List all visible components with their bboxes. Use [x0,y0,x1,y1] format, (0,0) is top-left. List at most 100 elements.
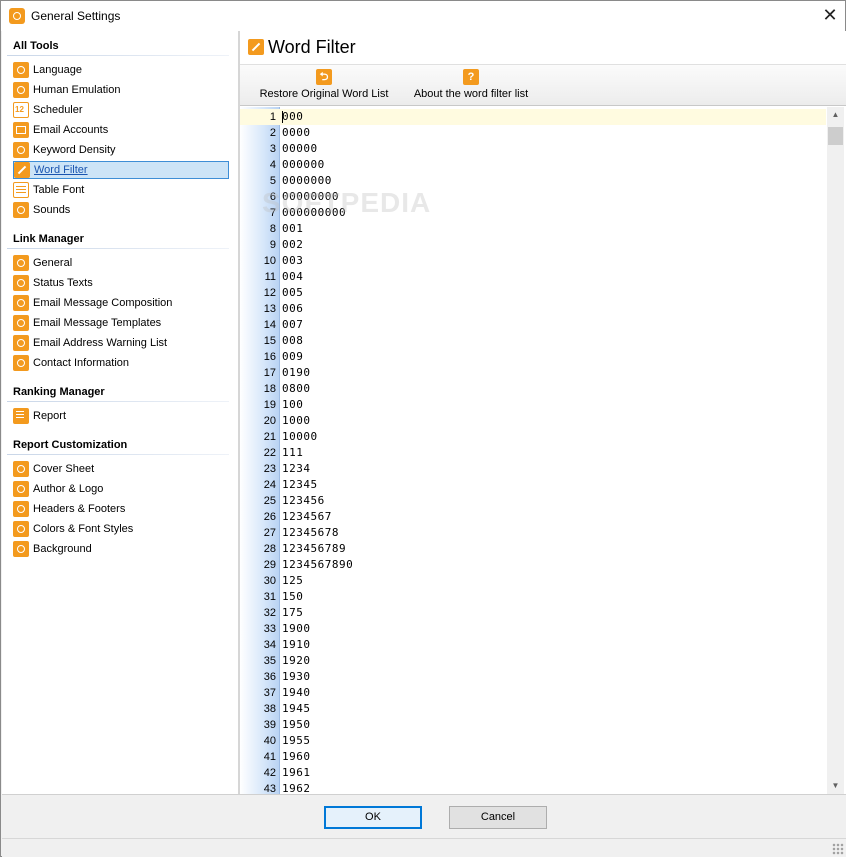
sidebar-item-label: Status Texts [33,277,93,289]
editor-line[interactable]: 23 1234 [240,461,826,477]
editor-line[interactable]: 24 12345 [240,477,826,493]
editor-line[interactable]: 34 1910 [240,637,826,653]
editor-line[interactable]: 6 00000000 [240,189,826,205]
editor-line[interactable]: 16 009 [240,349,826,365]
scroll-down-arrow-icon[interactable]: ▼ [827,778,844,794]
editor-line[interactable]: 1 000 [240,109,826,125]
sidebar-item-cover-sheet[interactable]: Cover Sheet [13,460,229,478]
editor-line[interactable]: 10 003 [240,253,826,269]
editor-line[interactable]: 8 001 [240,221,826,237]
editor-line[interactable]: 32 175 [240,605,826,621]
sidebar-item-status-texts[interactable]: Status Texts [13,274,229,292]
line-number: 37 [263,687,276,699]
editor-line[interactable]: 5 0000000 [240,173,826,189]
editor-line[interactable]: 11 004 [240,269,826,285]
editor-line[interactable]: 15 008 [240,333,826,349]
sidebar-item-author-logo[interactable]: Author & Logo [13,480,229,498]
sidebar-item-email-message-composition[interactable]: Email Message Composition [13,294,229,312]
section-divider [7,55,229,56]
settings-sidebar: All Tools Language Human Emulation Schedule… [2,31,238,794]
sidebar-item-email-address-warning-list[interactable]: Email Address Warning List [13,334,229,352]
editor-line[interactable]: 9 002 [240,237,826,253]
editor-line[interactable]: 39 1950 [240,717,826,733]
editor-line[interactable]: 31 150 [240,589,826,605]
sidebar-item-contact-information[interactable]: Contact Information [13,354,229,372]
editor-line[interactable]: 18 0800 [240,381,826,397]
editor-line[interactable]: 35 1920 [240,653,826,669]
sidebar-item-report[interactable]: Report [13,407,229,425]
line-number: 9 [269,239,276,251]
cancel-button[interactable]: Cancel [449,806,547,829]
sidebar-item-label: Language [33,64,82,76]
editor-line[interactable]: 42 1961 [240,765,826,781]
sidebar-item-background[interactable]: Background [13,540,229,558]
sidebar-item-label: Word Filter [34,164,88,176]
sidebar-item-email-message-templates[interactable]: Email Message Templates [13,314,229,332]
resize-grip-icon[interactable] [832,843,844,855]
editor-line[interactable]: 7 000000000 [240,205,826,221]
line-number: 6 [269,191,276,203]
restore-word-list-button[interactable]: ⮌ Restore Original Word List [250,67,398,105]
editor-line[interactable]: 4 000000 [240,157,826,173]
editor-line[interactable]: 30 125 [240,573,826,589]
editor-line[interactable]: 17 0190 [240,365,826,381]
editor-line[interactable]: 25 123456 [240,493,826,509]
section-title: Report Customization [13,439,128,451]
sidebar-item-human-emulation[interactable]: Human Emulation [13,81,229,99]
title-bar: General Settings ✕ [1,1,845,31]
scroll-up-arrow-icon[interactable]: ▲ [827,107,844,123]
editor-line[interactable]: 26 1234567 [240,509,826,525]
editor-line[interactable]: 28 123456789 [240,541,826,557]
line-text: 125 [282,574,304,587]
ok-button[interactable]: OK [324,806,422,829]
scroll-thumb[interactable] [828,127,843,145]
line-text: 000 [282,110,304,123]
editor-line[interactable]: 43 1962 [240,781,826,794]
vertical-scrollbar[interactable]: ▲ ▼ [827,107,844,794]
line-number: 20 [263,415,276,427]
sidebar-item-word-filter[interactable]: Word Filter [13,161,229,179]
restore-button-label: Restore Original Word List [259,88,389,100]
editor-line[interactable]: 27 12345678 [240,525,826,541]
sidebar-item-keyword-density[interactable]: Keyword Density [13,141,229,159]
editor-line[interactable]: 33 1900 [240,621,826,637]
sidebar-item-email-accounts[interactable]: Email Accounts [13,121,229,139]
editor-line[interactable]: 19 100 [240,397,826,413]
about-word-filter-button[interactable]: ? About the word filter list [412,67,530,105]
sidebar-item-sounds[interactable]: Sounds [13,201,229,219]
editor-line[interactable]: 38 1945 [240,701,826,717]
sidebar-item-colors-font-styles[interactable]: Colors & Font Styles [13,520,229,538]
line-text: 1000 [282,414,311,427]
sidebar-item-language[interactable]: Language [13,61,229,79]
sidebar-item-headers-footers[interactable]: Headers & Footers [13,500,229,518]
sidebar-item-scheduler[interactable]: Scheduler [13,101,229,119]
dialog-footer: OK Cancel [2,794,846,838]
line-number: 29 [263,559,276,571]
word-list-editor[interactable]: 1 000 2 0000 3 00000 4 000000 5 0000000 6 00000000 7… [240,107,846,794]
editor-line[interactable]: 22 111 [240,445,826,461]
editor-line[interactable]: 14 007 [240,317,826,333]
line-number: 31 [263,591,276,603]
editor-line[interactable]: 13 006 [240,301,826,317]
editor-line[interactable]: 20 1000 [240,413,826,429]
editor-line[interactable]: 36 1930 [240,669,826,685]
line-text: 1930 [282,670,311,683]
sidebar-item-table-font[interactable]: Table Font [13,181,229,199]
editor-line[interactable]: 2 0000 [240,125,826,141]
line-number: 36 [263,671,276,683]
editor-line[interactable]: 29 1234567890 [240,557,826,573]
sidebar-item-label: Report [33,410,67,422]
gear-icon [13,521,29,537]
editor-line[interactable]: 40 1955 [240,733,826,749]
editor-line[interactable]: 37 1940 [240,685,826,701]
editor-line[interactable]: 12 005 [240,285,826,301]
line-text: 150 [282,590,304,603]
line-text: 0800 [282,382,311,395]
line-number: 33 [263,623,276,635]
sidebar-item-general[interactable]: General [13,254,229,272]
editor-line[interactable]: 21 10000 [240,429,826,445]
editor-line[interactable]: 3 00000 [240,141,826,157]
close-icon[interactable]: ✕ [815,1,845,31]
line-number: 4 [269,159,276,171]
editor-line[interactable]: 41 1960 [240,749,826,765]
